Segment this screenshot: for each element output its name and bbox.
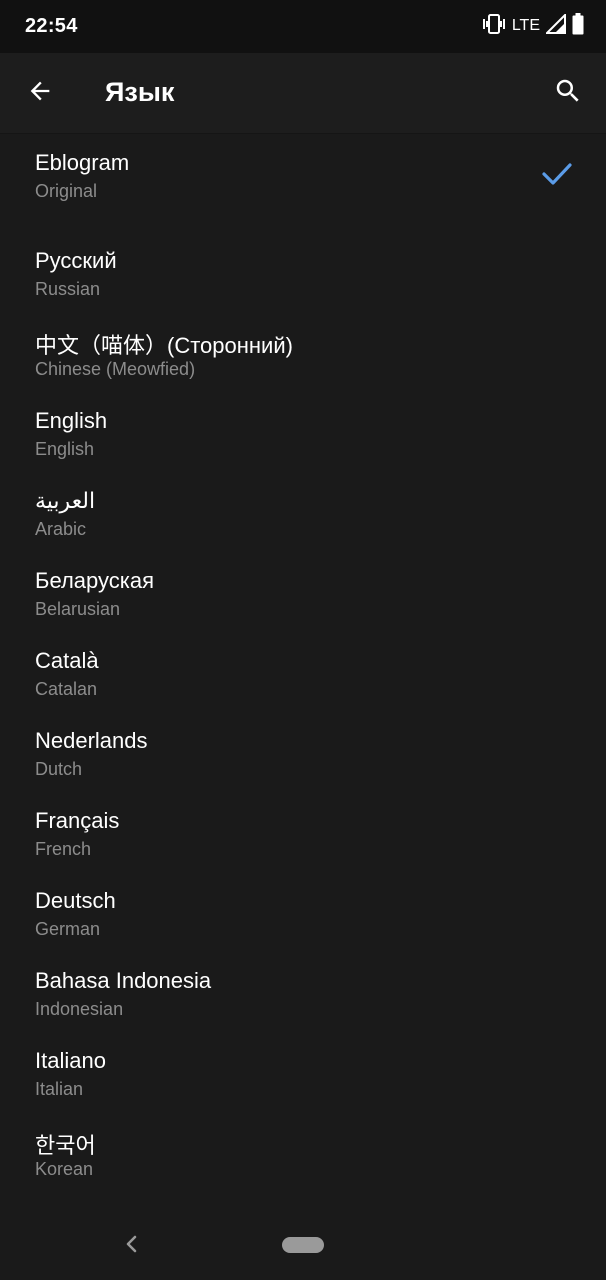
language-name: العربية — [35, 488, 96, 513]
language-item-belarusian[interactable]: Беларуская Belarusian — [0, 552, 606, 632]
language-subtitle: Italian — [35, 1079, 84, 1099]
language-subtitle: Belarusian — [35, 599, 121, 619]
language-name: 한국어 — [35, 1133, 96, 1158]
language-name: Русский — [35, 248, 117, 273]
language-item-german[interactable]: Deutsch German — [0, 872, 606, 952]
language-subtitle: French — [35, 839, 92, 859]
checkmark-icon — [541, 160, 573, 188]
language-name: Français — [35, 808, 120, 833]
language-subtitle: Original — [35, 181, 98, 201]
language-item-catalan[interactable]: Català Catalan — [0, 632, 606, 712]
language-item-indonesian[interactable]: Bahasa Indonesia Indonesian — [0, 952, 606, 1032]
home-pill-icon[interactable] — [282, 1237, 324, 1253]
language-name: Nederlands — [35, 728, 148, 753]
language-name: Bahasa Indonesia — [35, 968, 212, 993]
signal-icon — [544, 12, 566, 39]
arrow-back-icon — [26, 77, 54, 110]
network-type: LTE — [511, 17, 540, 34]
language-name: Eblogram — [35, 150, 130, 175]
language-subtitle: Catalan — [35, 679, 98, 699]
language-subtitle: Russian — [35, 279, 101, 299]
vibrate-icon — [482, 13, 506, 40]
language-name: Беларуская — [35, 568, 155, 593]
status-bar: 22:54 LTE — [0, 0, 606, 53]
language-subtitle: Dutch — [35, 759, 83, 779]
back-button[interactable] — [20, 73, 60, 113]
language-item-italian[interactable]: Italiano Italian — [0, 1032, 606, 1112]
language-item-eblogram[interactable]: Eblogram Original — [0, 134, 606, 232]
language-item-french[interactable]: Français French — [0, 792, 606, 872]
language-item-chinese-meowfied[interactable]: 中文（喵体）(Сторонний) Chinese (Meowfied) — [0, 312, 606, 392]
language-list: Eblogram Original Русский Russian 中文（喵体）… — [0, 134, 606, 1192]
language-name: English — [35, 408, 108, 433]
page-title: Язык — [105, 77, 175, 107]
battery-icon — [572, 12, 584, 40]
language-subtitle: Korean — [35, 1159, 94, 1179]
language-subtitle: Arabic — [35, 519, 87, 539]
language-subtitle: Chinese (Meowfied) — [35, 359, 196, 379]
language-item-arabic[interactable]: العربية Arabic — [0, 472, 606, 552]
search-button[interactable] — [548, 73, 588, 113]
language-name: Italiano — [35, 1048, 106, 1073]
language-item-dutch[interactable]: Nederlands Dutch — [0, 712, 606, 792]
language-name: Català — [35, 648, 99, 673]
language-item-english[interactable]: English English — [0, 392, 606, 472]
navigation-bar — [0, 1208, 606, 1280]
language-name: Deutsch — [35, 888, 116, 913]
status-icons: LTE — [482, 12, 584, 40]
language-subtitle: Indonesian — [35, 999, 124, 1019]
language-subtitle: German — [35, 919, 101, 939]
language-subtitle: English — [35, 439, 95, 459]
language-item-russian[interactable]: Русский Russian — [0, 232, 606, 312]
search-icon — [553, 76, 583, 111]
nav-back-icon[interactable] — [118, 1230, 146, 1258]
status-time: 22:54 — [25, 15, 78, 37]
language-name: 中文（喵体）(Сторонний) — [35, 333, 293, 358]
language-item-korean[interactable]: 한국어 Korean — [0, 1112, 606, 1192]
toolbar: Язык — [0, 53, 606, 134]
